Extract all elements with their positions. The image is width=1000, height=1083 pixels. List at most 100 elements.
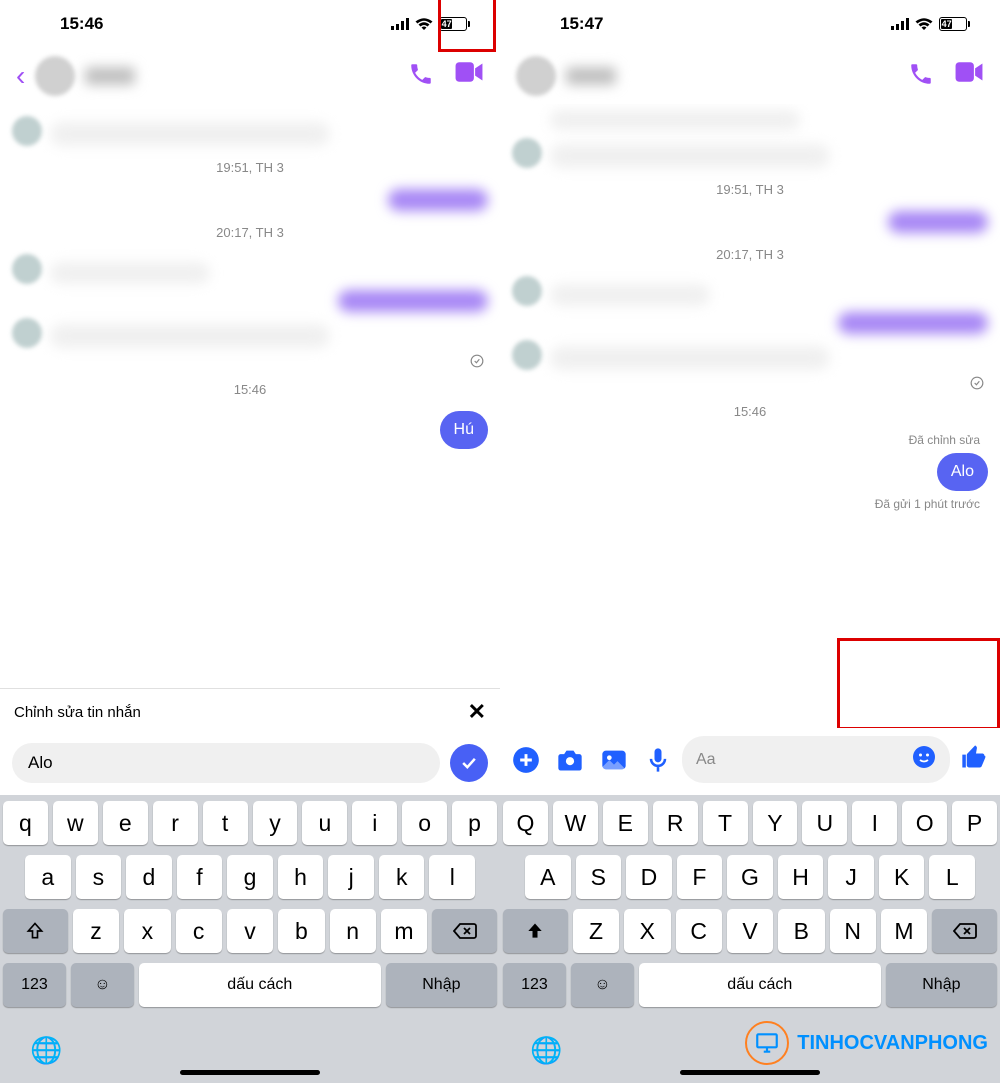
key-c[interactable]: C: [676, 909, 722, 953]
key-j[interactable]: j: [328, 855, 374, 899]
numeric-key[interactable]: 123: [3, 963, 66, 1007]
message-input[interactable]: Aa: [682, 736, 950, 783]
key-s[interactable]: S: [576, 855, 622, 899]
key-x[interactable]: X: [624, 909, 670, 953]
contact-avatar[interactable]: [35, 56, 75, 96]
key-o[interactable]: O: [902, 801, 947, 845]
contact-avatar[interactable]: [516, 56, 556, 96]
contact-name[interactable]: [566, 67, 616, 85]
like-button[interactable]: [960, 743, 988, 776]
message-incoming[interactable]: [12, 254, 488, 284]
spacebar[interactable]: dấu cách: [139, 963, 381, 1007]
key-t[interactable]: t: [203, 801, 248, 845]
key-l[interactable]: L: [929, 855, 975, 899]
key-h[interactable]: H: [778, 855, 824, 899]
key-q[interactable]: q: [3, 801, 48, 845]
video-call-button[interactable]: [954, 61, 984, 92]
key-u[interactable]: u: [302, 801, 347, 845]
key-l[interactable]: l: [429, 855, 475, 899]
message-outgoing[interactable]: [12, 189, 488, 211]
key-r[interactable]: r: [153, 801, 198, 845]
message-incoming[interactable]: [12, 116, 488, 146]
sticker-icon[interactable]: [912, 745, 936, 774]
key-w[interactable]: W: [553, 801, 598, 845]
backspace-key[interactable]: [932, 909, 997, 953]
key-f[interactable]: f: [177, 855, 223, 899]
key-b[interactable]: b: [278, 909, 324, 953]
message-outgoing[interactable]: [12, 290, 488, 312]
globe-key[interactable]: 🌐: [30, 1035, 62, 1066]
back-button[interactable]: ‹: [16, 60, 25, 92]
key-z[interactable]: z: [73, 909, 119, 953]
key-k[interactable]: K: [879, 855, 925, 899]
key-q[interactable]: Q: [503, 801, 548, 845]
key-a[interactable]: a: [25, 855, 71, 899]
shift-key[interactable]: [3, 909, 68, 953]
key-v[interactable]: V: [727, 909, 773, 953]
enter-key[interactable]: Nhập: [886, 963, 997, 1007]
audio-call-button[interactable]: [408, 61, 434, 92]
key-v[interactable]: v: [227, 909, 273, 953]
key-e[interactable]: e: [103, 801, 148, 845]
key-e[interactable]: E: [603, 801, 648, 845]
key-m[interactable]: M: [881, 909, 927, 953]
key-m[interactable]: m: [381, 909, 427, 953]
message-input[interactable]: [12, 743, 440, 783]
contact-name[interactable]: [85, 67, 135, 85]
key-g[interactable]: g: [227, 855, 273, 899]
key-s[interactable]: s: [76, 855, 122, 899]
key-i[interactable]: I: [852, 801, 897, 845]
key-c[interactable]: c: [176, 909, 222, 953]
key-n[interactable]: n: [330, 909, 376, 953]
emoji-key[interactable]: ☺: [571, 963, 634, 1007]
key-p[interactable]: P: [952, 801, 997, 845]
video-call-button[interactable]: [454, 61, 484, 92]
key-b[interactable]: B: [778, 909, 824, 953]
add-button[interactable]: [512, 746, 540, 774]
camera-button[interactable]: [556, 746, 584, 774]
message-incoming[interactable]: [12, 318, 488, 348]
messages-area[interactable]: 19:51, TH 3 20:17, TH 3 15:46 Hú: [0, 104, 500, 688]
key-n[interactable]: N: [830, 909, 876, 953]
message-outgoing[interactable]: [512, 312, 988, 334]
key-y[interactable]: Y: [753, 801, 798, 845]
key-j[interactable]: J: [828, 855, 874, 899]
key-a[interactable]: A: [525, 855, 571, 899]
key-z[interactable]: Z: [573, 909, 619, 953]
enter-key[interactable]: Nhập: [386, 963, 497, 1007]
emoji-key[interactable]: ☺: [71, 963, 134, 1007]
numeric-key[interactable]: 123: [503, 963, 566, 1007]
globe-key[interactable]: 🌐: [530, 1035, 562, 1066]
key-u[interactable]: U: [802, 801, 847, 845]
send-button[interactable]: [450, 744, 488, 782]
key-t[interactable]: T: [703, 801, 748, 845]
key-p[interactable]: p: [452, 801, 497, 845]
message-incoming[interactable]: [512, 276, 988, 306]
messages-area[interactable]: 19:51, TH 3 20:17, TH 3 15:46 Đã chỉnh s…: [500, 104, 1000, 728]
gallery-button[interactable]: [600, 746, 628, 774]
message-outgoing[interactable]: [512, 211, 988, 233]
key-k[interactable]: k: [379, 855, 425, 899]
message-outgoing-current[interactable]: Hú: [12, 411, 488, 449]
key-r[interactable]: R: [653, 801, 698, 845]
key-d[interactable]: D: [626, 855, 672, 899]
backspace-key[interactable]: [432, 909, 497, 953]
audio-call-button[interactable]: [908, 61, 934, 92]
key-i[interactable]: i: [352, 801, 397, 845]
key-g[interactable]: G: [727, 855, 773, 899]
spacebar[interactable]: dấu cách: [639, 963, 881, 1007]
key-h[interactable]: h: [278, 855, 324, 899]
home-indicator[interactable]: [180, 1070, 320, 1075]
key-w[interactable]: w: [53, 801, 98, 845]
close-edit-button[interactable]: ✕: [468, 699, 486, 725]
key-y[interactable]: y: [253, 801, 298, 845]
home-indicator[interactable]: [680, 1070, 820, 1075]
message-incoming[interactable]: [512, 138, 988, 168]
key-o[interactable]: o: [402, 801, 447, 845]
shift-key[interactable]: [503, 909, 568, 953]
message-outgoing-edited[interactable]: Alo: [512, 453, 988, 491]
key-d[interactable]: d: [126, 855, 172, 899]
message-incoming[interactable]: [512, 340, 988, 370]
key-x[interactable]: x: [124, 909, 170, 953]
key-f[interactable]: F: [677, 855, 723, 899]
